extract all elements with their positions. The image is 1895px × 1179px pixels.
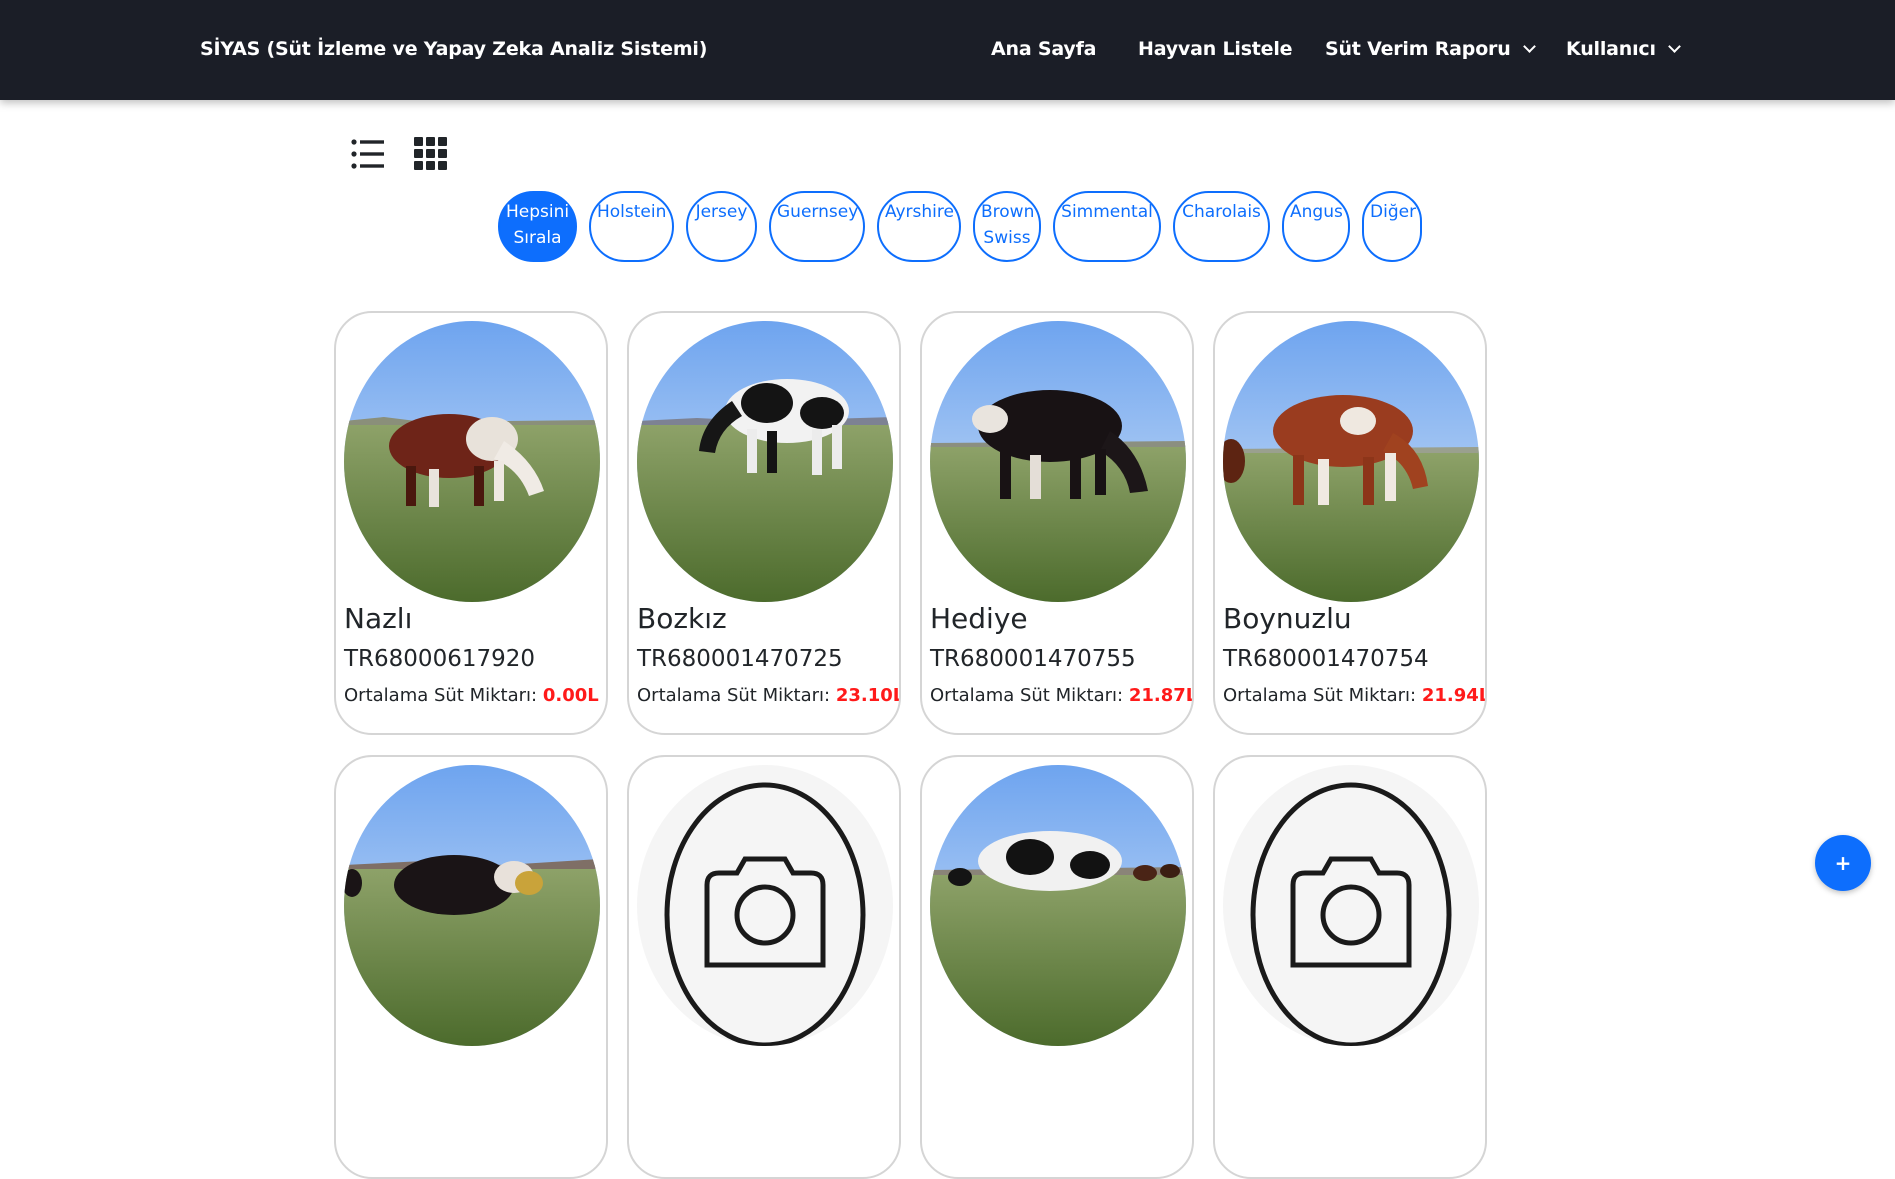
filter-chip-angus[interactable]: Angus (1282, 191, 1350, 262)
average-milk-label: Ortalama Süt Miktarı: (344, 685, 538, 706)
animal-name: Boynuzlu (1223, 602, 1352, 635)
animal-card-grid: Nazlı TR68000617920 Ortalama Süt Miktarı… (334, 311, 1487, 1179)
animal-card[interactable]: Nazlı TR68000617920 Ortalama Süt Miktarı… (334, 311, 608, 735)
filter-chip-simmental[interactable]: Simmental (1053, 191, 1161, 262)
animal-ear-tag: TR680001470754 (1223, 646, 1429, 672)
list-view-button[interactable] (351, 137, 385, 175)
nav-milk-report-dropdown[interactable]: Süt Verim Raporu (1325, 38, 1536, 60)
animal-card[interactable] (627, 755, 901, 1179)
average-milk-value: 23.10L (835, 685, 901, 706)
camera-icon (637, 765, 893, 1046)
nav-milk-report-label: Süt Verim Raporu (1325, 38, 1511, 60)
cow-photo (344, 321, 600, 602)
animal-card[interactable] (1213, 755, 1487, 1179)
camera-placeholder-image (637, 765, 893, 1046)
filter-chip-guernsey[interactable]: Guernsey (769, 191, 865, 262)
nav-home-label: Ana Sayfa (991, 38, 1097, 60)
animal-ear-tag: TR680001470755 (930, 646, 1136, 672)
nav-animal-list[interactable]: Hayvan Listele (1138, 38, 1293, 60)
filter-chip-jersey[interactable]: Jersey (686, 191, 757, 262)
animal-name: Hediye (930, 602, 1028, 635)
grid-icon (414, 137, 447, 170)
animal-card[interactable]: Bozkız TR680001470725 Ortalama Süt Mikta… (627, 311, 901, 735)
cow-photo (344, 765, 600, 1046)
chevron-down-icon (1522, 39, 1536, 53)
average-milk: Ortalama Süt Miktarı: 0.00L (344, 685, 599, 706)
animal-card[interactable] (920, 755, 1194, 1179)
cow-photo (930, 321, 1186, 602)
filter-chip-ayrshire[interactable]: Ayrshire (877, 191, 961, 262)
camera-placeholder-image (1223, 765, 1479, 1046)
average-milk-label: Ortalama Süt Miktarı: (1223, 685, 1417, 706)
animal-card[interactable]: Hediye TR680001470755 Ortalama Süt Mikta… (920, 311, 1194, 735)
nav-animal-list-label: Hayvan Listele (1138, 38, 1293, 60)
animal-name: Bozkız (637, 602, 727, 635)
average-milk-value: 21.94L (1421, 685, 1487, 706)
breed-filter-bar: Hepsini Sırala Holstein Jersey Guernsey … (498, 191, 1422, 262)
average-milk-label: Ortalama Süt Miktarı: (930, 685, 1124, 706)
grid-view-button[interactable] (414, 137, 447, 174)
filter-chip-brown-swiss[interactable]: Brown Swiss (973, 191, 1041, 262)
animal-name: Nazlı (344, 602, 413, 635)
filter-chip-other[interactable]: Diğer (1362, 191, 1422, 262)
add-animal-button[interactable]: + (1815, 835, 1871, 891)
list-icon (351, 139, 384, 169)
average-milk-label: Ortalama Süt Miktarı: (637, 685, 831, 706)
cow-photo (930, 765, 1186, 1046)
brand-title[interactable]: SİYAS (Süt İzleme ve Yapay Zeka Analiz S… (200, 38, 707, 60)
animal-card[interactable]: Boynuzlu TR680001470754 Ortalama Süt Mik… (1213, 311, 1487, 735)
chevron-down-icon (1667, 39, 1681, 53)
average-milk-value: 0.00L (542, 685, 599, 706)
animal-ear-tag: TR68000617920 (344, 646, 535, 672)
average-milk: Ortalama Süt Miktarı: 23.10L (637, 685, 901, 706)
animal-ear-tag: TR680001470725 (637, 646, 843, 672)
animal-card[interactable] (334, 755, 608, 1179)
nav-user-dropdown[interactable]: Kullanıcı (1566, 38, 1681, 60)
average-milk: Ortalama Süt Miktarı: 21.94L (1223, 685, 1487, 706)
cow-photo (1223, 321, 1479, 602)
average-milk: Ortalama Süt Miktarı: 21.87L (930, 685, 1194, 706)
nav-home[interactable]: Ana Sayfa (991, 38, 1096, 60)
camera-icon (1223, 765, 1479, 1046)
cow-photo (637, 321, 893, 602)
filter-chip-holstein[interactable]: Holstein (589, 191, 674, 262)
top-navbar: SİYAS (Süt İzleme ve Yapay Zeka Analiz S… (0, 0, 1895, 100)
filter-chip-all[interactable]: Hepsini Sırala (498, 191, 577, 262)
filter-chip-charolais[interactable]: Charolais (1173, 191, 1270, 262)
average-milk-value: 21.87L (1128, 685, 1194, 706)
nav-user-label: Kullanıcı (1566, 38, 1656, 60)
